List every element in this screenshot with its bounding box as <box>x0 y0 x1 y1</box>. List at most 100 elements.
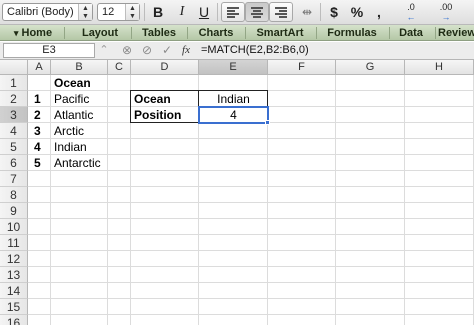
cell-B1[interactable]: Ocean <box>51 75 108 91</box>
gridline <box>335 75 336 325</box>
align-center-button[interactable] <box>245 2 269 22</box>
tab-data[interactable]: Data <box>391 25 431 41</box>
insert-function-button[interactable]: fx <box>178 43 194 58</box>
decrease-decimal-button[interactable]: .00 → <box>430 2 462 22</box>
standard-toolbar: Calibri (Body) ▲ ▼ 12 ▲ ▼ B I U ⇹ $ % , .0… <box>0 0 474 25</box>
currency-button[interactable]: $ <box>326 2 342 22</box>
cancel-icon[interactable]: ⊗ <box>120 43 134 58</box>
row-header[interactable]: 14 <box>0 283 28 299</box>
row-header[interactable]: 4 <box>0 123 28 139</box>
cell-A5[interactable]: 4 <box>28 139 51 155</box>
tab-divider <box>245 27 246 39</box>
column-header[interactable]: A <box>28 60 51 75</box>
row-header[interactable]: 7 <box>0 171 28 187</box>
column-header[interactable]: D <box>131 60 199 75</box>
font-size-select[interactable]: 12 ▲ ▼ <box>97 3 140 21</box>
cell-B3[interactable]: Atlantic <box>51 107 108 123</box>
tab-label: Home <box>21 27 53 39</box>
toolbar-divider <box>320 3 321 21</box>
align-right-icon <box>275 7 289 19</box>
tab-divider <box>389 27 390 39</box>
checkmark-icon[interactable]: ✓ <box>160 43 174 58</box>
gridline <box>28 218 474 219</box>
column-header[interactable]: E <box>199 60 268 75</box>
cell-B5[interactable]: Indian <box>51 139 108 155</box>
name-box[interactable]: E3 <box>3 43 95 58</box>
merge-cells-icon[interactable]: ⇹ <box>297 2 317 22</box>
increase-decimal-label: .0 <box>407 2 415 12</box>
formula-input[interactable]: =MATCH(E2,B2:B6,0) <box>201 43 471 58</box>
decrease-decimal-label: .00 <box>439 2 453 12</box>
align-left-icon <box>227 7 241 19</box>
row-header[interactable]: 5 <box>0 139 28 155</box>
increase-decimal-button[interactable]: .0 ← <box>396 2 426 22</box>
column-header[interactable]: C <box>108 60 131 75</box>
font-size-value: 12 <box>102 6 115 18</box>
table-border-d <box>130 90 199 123</box>
chevron-updown-icon[interactable]: ▲ ▼ <box>125 4 139 20</box>
percent-button[interactable]: % <box>348 2 366 22</box>
comma-style-button[interactable]: , <box>372 2 386 22</box>
font-name-select[interactable]: Calibri (Body) ▲ ▼ <box>2 3 93 21</box>
stop-icon[interactable]: ⊘ <box>140 43 154 58</box>
cell-B4[interactable]: Arctic <box>51 123 108 139</box>
column-header[interactable]: H <box>405 60 474 75</box>
row-header[interactable]: 11 <box>0 235 28 251</box>
ribbon-tabs: ▾ Home Layout Tables Charts SmartArt For… <box>0 25 474 41</box>
gridline <box>28 186 474 187</box>
bold-button[interactable]: B <box>150 2 166 22</box>
row-header[interactable]: 2 <box>0 91 28 107</box>
formula-bar: E3 ⌃ ⊗ ⊘ ✓ fx =MATCH(E2,B2:B6,0) <box>0 42 474 60</box>
cell-A2[interactable]: 1 <box>28 91 51 107</box>
align-right-button[interactable] <box>269 2 293 22</box>
row-header[interactable]: 10 <box>0 219 28 235</box>
active-cell-selection[interactable] <box>198 106 269 124</box>
arrow-left-icon: ← <box>406 12 416 22</box>
name-box-dropdown-icon[interactable]: ⌃ <box>98 43 110 58</box>
tab-home[interactable]: ▾ Home <box>8 25 58 41</box>
fill-handle[interactable] <box>265 120 270 125</box>
tab-tables[interactable]: Tables <box>133 25 185 41</box>
row-header[interactable]: 9 <box>0 203 28 219</box>
row-header[interactable]: 6 <box>0 155 28 171</box>
cell-A6[interactable]: 5 <box>28 155 51 171</box>
cell-A4[interactable]: 3 <box>28 123 51 139</box>
row-header[interactable]: 15 <box>0 299 28 315</box>
column-header[interactable]: G <box>336 60 405 75</box>
column-header[interactable]: B <box>51 60 108 75</box>
align-center-icon <box>251 7 265 19</box>
select-all-corner[interactable] <box>0 60 28 75</box>
tab-smartart[interactable]: SmartArt <box>247 25 313 41</box>
row-header[interactable]: 16 <box>0 315 28 325</box>
tab-layout[interactable]: Layout <box>72 25 128 41</box>
tab-divider <box>187 27 188 39</box>
row-header[interactable]: 8 <box>0 187 28 203</box>
tab-divider <box>435 27 436 39</box>
tab-divider <box>64 27 65 39</box>
chevron-updown-icon[interactable]: ▲ ▼ <box>78 4 92 20</box>
gridline <box>28 266 474 267</box>
cell-B6[interactable]: Antarctic <box>51 155 108 171</box>
cell-B2[interactable]: Pacific <box>51 91 108 107</box>
align-left-button[interactable] <box>221 2 245 22</box>
toolbar-divider <box>144 3 145 21</box>
column-header[interactable]: F <box>268 60 336 75</box>
gridline <box>28 314 474 315</box>
row-header[interactable]: 1 <box>0 75 28 91</box>
tab-divider <box>131 27 132 39</box>
gridline <box>28 234 474 235</box>
row-header[interactable]: 12 <box>0 251 28 267</box>
tab-divider <box>316 27 317 39</box>
tab-formulas[interactable]: Formulas <box>318 25 386 41</box>
gridline <box>404 75 405 325</box>
tab-charts[interactable]: Charts <box>189 25 243 41</box>
cell-A3[interactable]: 2 <box>28 107 51 123</box>
worksheet-grid[interactable]: A B C D E F G H 1 2 3 4 5 6 7 8 9 10 11 … <box>0 60 474 325</box>
italic-button[interactable]: I <box>174 2 190 22</box>
tab-review[interactable]: Review <box>438 25 474 41</box>
row-header[interactable]: 13 <box>0 267 28 283</box>
chevron-down-icon: ▾ <box>13 28 19 38</box>
gridline <box>28 202 474 203</box>
underline-button[interactable]: U <box>196 2 212 22</box>
row-header[interactable]: 3 <box>0 107 28 123</box>
